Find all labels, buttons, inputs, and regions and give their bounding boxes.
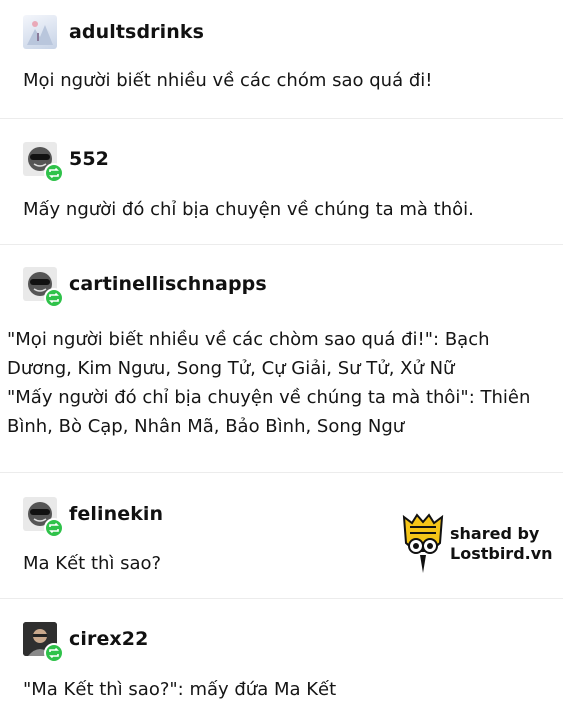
username[interactable]: felinekin	[69, 503, 163, 525]
username[interactable]: cirex22	[69, 628, 148, 650]
reblog-icon	[44, 643, 64, 663]
username[interactable]: 552	[69, 148, 109, 170]
snowy-photo-avatar-icon-graphic	[27, 21, 53, 45]
watermark-text: shared by Lostbird.vn	[444, 524, 553, 564]
snowy-photo-avatar-icon[interactable]	[23, 15, 57, 49]
sunglasses-face-avatar-icon[interactable]	[23, 497, 64, 538]
post-552: 552 Mấy người đó chỉ bịa chuyện về chúng…	[0, 118, 563, 244]
post-text-line-1: "Mọi người biết nhiều về các chòm sao qu…	[7, 329, 490, 379]
username[interactable]: cartinellischnapps	[69, 273, 267, 295]
post-adultsdrinks: adultsdrinks Mọi người biết nhiều về các…	[0, 0, 563, 118]
reblog-icon	[44, 518, 64, 538]
post-header: 552	[23, 140, 109, 183]
post-text: Mọi người biết nhiều về các chóm sao quá…	[23, 70, 433, 91]
post-cartinellischnapps: cartinellischnapps "Mọi người biết nhiều…	[0, 244, 563, 472]
reblog-icon	[44, 288, 64, 308]
reblog-icon	[44, 163, 64, 183]
watermark-line-1: shared by	[450, 524, 540, 543]
username[interactable]: adultsdrinks	[69, 21, 204, 43]
post-header: cartinellischnapps	[23, 265, 267, 308]
watermark-line-2: Lostbird.vn	[450, 544, 553, 563]
post-text-line-2: "Mấy người đó chỉ bịa chuyện về chúng ta…	[7, 387, 531, 437]
post-header: adultsdrinks	[23, 13, 204, 51]
post-header: cirex22	[23, 620, 148, 663]
post-cirex22: cirex22 "Ma Kết thì sao?": mấy đứa Ma Kế…	[0, 598, 563, 719]
person-photo-avatar-icon[interactable]	[23, 622, 64, 663]
watermark: shared by Lostbird.vn	[402, 513, 562, 575]
sunglasses-face-avatar-icon[interactable]	[23, 142, 64, 183]
post-text: "Ma Kết thì sao?": mấy đứa Ma Kết	[23, 679, 337, 700]
post-header: felinekin	[23, 495, 163, 538]
sunglasses-face-avatar-icon[interactable]	[23, 267, 64, 308]
post-text: Mấy người đó chỉ bịa chuyện về chúng ta …	[23, 199, 474, 220]
owl-logo-icon	[402, 513, 444, 573]
